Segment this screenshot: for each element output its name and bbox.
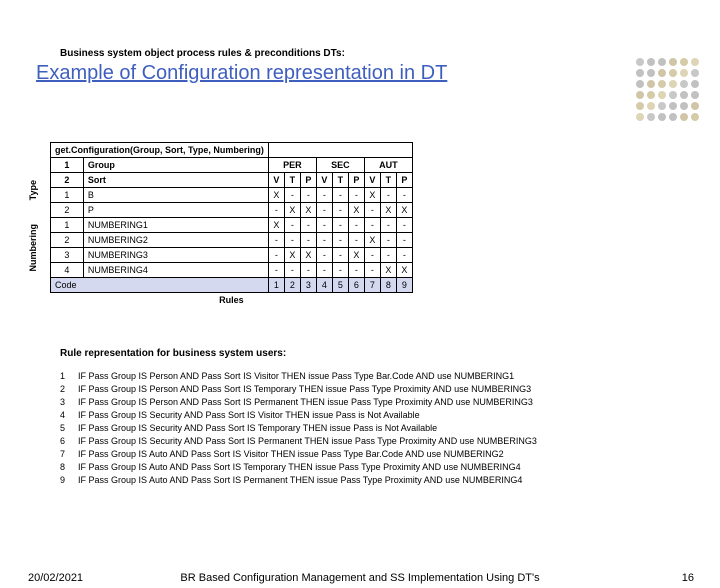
vlabel-type: Type bbox=[28, 180, 38, 200]
rule-item: 1IF Pass Group IS Person AND Pass Sort I… bbox=[60, 371, 537, 381]
footer-title: BR Based Configuration Management and SS… bbox=[180, 572, 539, 584]
rules-label: Rules bbox=[50, 295, 413, 305]
footer-page: 16 bbox=[682, 572, 694, 584]
rule-item: 2IF Pass Group IS Person AND Pass Sort I… bbox=[60, 384, 537, 394]
rule-item: 9IF Pass Group IS Auto AND Pass Sort IS … bbox=[60, 475, 537, 485]
rule-item: 5IF Pass Group IS Security AND Pass Sort… bbox=[60, 423, 537, 433]
footer-date: 20/02/2021 bbox=[28, 572, 83, 584]
section-heading-2: Rule representation for business system … bbox=[60, 348, 286, 359]
rule-item: 8IF Pass Group IS Auto AND Pass Sort IS … bbox=[60, 462, 537, 472]
section-heading-1: Business system object process rules & p… bbox=[60, 48, 720, 59]
rule-item: 7IF Pass Group IS Auto AND Pass Sort IS … bbox=[60, 449, 537, 459]
rule-item: 6IF Pass Group IS Security AND Pass Sort… bbox=[60, 436, 537, 446]
decoration-dots bbox=[636, 58, 700, 122]
rule-item: 3IF Pass Group IS Person AND Pass Sort I… bbox=[60, 397, 537, 407]
page-title: Example of Configuration representation … bbox=[36, 62, 447, 85]
decision-table: Type Numbering get.Configuration(Group, … bbox=[50, 142, 413, 305]
rule-item: 4IF Pass Group IS Security AND Pass Sort… bbox=[60, 410, 537, 420]
rule-list: 1IF Pass Group IS Person AND Pass Sort I… bbox=[60, 368, 537, 488]
vlabel-numbering: Numbering bbox=[28, 224, 38, 272]
